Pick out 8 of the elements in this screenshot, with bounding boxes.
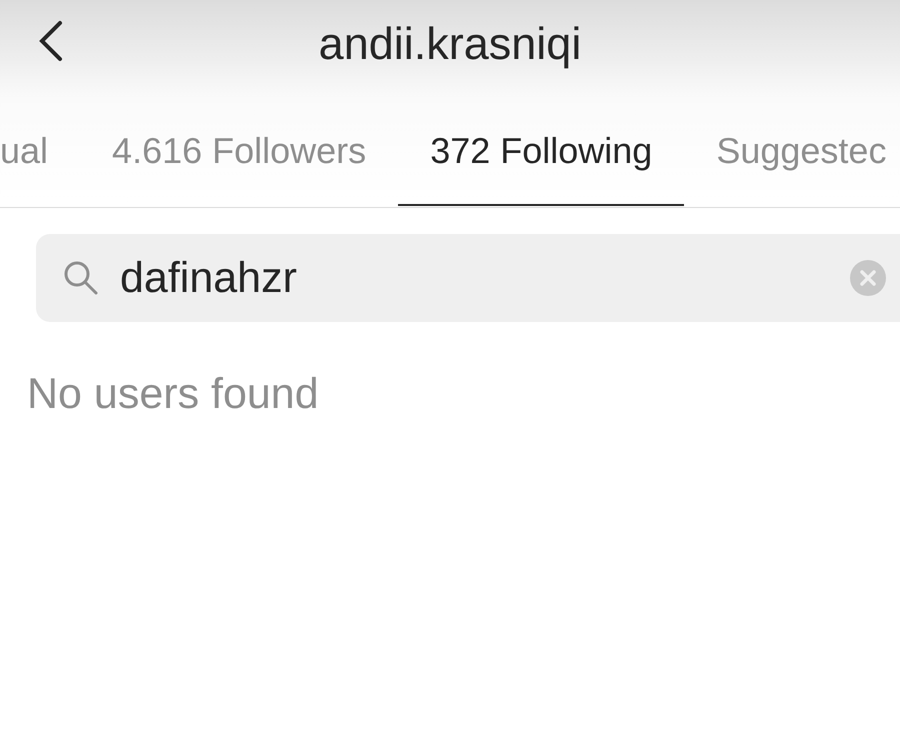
profile-username: andii.krasniqi [318,18,582,70]
tab[interactable]: 372 Following [398,98,684,206]
tab[interactable]: Suggestec [684,98,900,206]
tab[interactable]: ual [0,98,80,206]
tab[interactable]: 4.616 Followers [80,98,398,206]
search-field[interactable]: dafinahzr [36,234,900,322]
search-icon [62,259,100,297]
empty-message: No users found [27,370,319,418]
